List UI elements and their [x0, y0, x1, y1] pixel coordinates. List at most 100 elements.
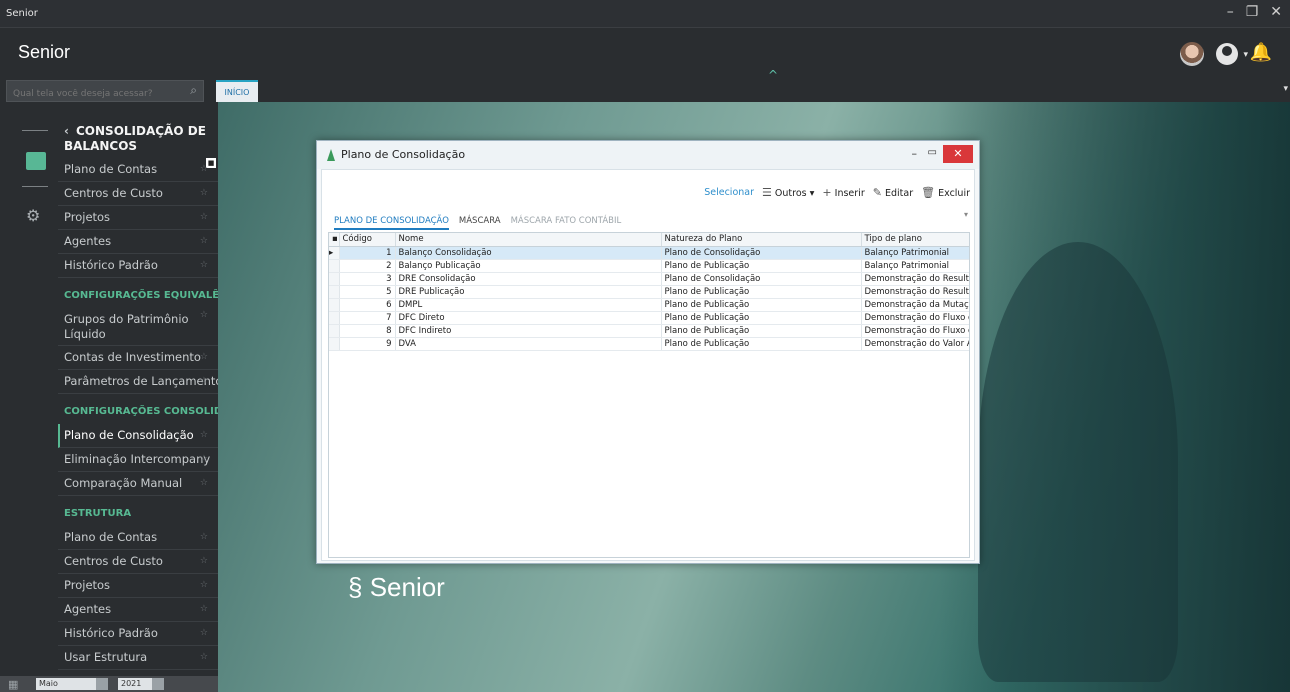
star-icon[interactable]: ☆	[200, 230, 208, 253]
cell-codigo[interactable]: 7	[339, 311, 396, 325]
star-icon[interactable]: ☆	[200, 254, 208, 277]
row-indicator[interactable]	[329, 324, 340, 338]
chevron-down-icon[interactable]: ▾	[1243, 50, 1248, 60]
sidebar-item-centros-de-custo[interactable]: Centros de Custo ☆	[58, 182, 218, 206]
sidebar-item-plano-de-contas[interactable]: Plano de Contas ☆	[58, 158, 218, 182]
tabs-dropdown-icon[interactable]: ▾	[1283, 84, 1288, 94]
table-row[interactable]: 7 DFC Direto Plano de Publicação Demonst…	[329, 311, 969, 325]
tab-mascara[interactable]: MÁSCARA	[459, 216, 501, 230]
sidebar-item-projetos[interactable]: Projetos ☆	[58, 206, 218, 230]
chevron-left-icon[interactable]: ‹	[64, 124, 76, 139]
star-icon[interactable]: ☆	[200, 308, 208, 323]
dialog-minimize-button[interactable]: –	[912, 147, 918, 160]
cell-tipo[interactable]: Demonstração do Fluxo d	[861, 324, 969, 338]
cell-tipo[interactable]: Demonstração do Resulta	[861, 285, 969, 299]
dialog-close-button[interactable]: ✕	[943, 145, 973, 163]
cell-natureza[interactable]: Plano de Consolidação	[661, 246, 862, 260]
search-icon[interactable]: ⌕	[190, 83, 197, 98]
chevron-down-icon[interactable]	[152, 678, 164, 690]
row-indicator[interactable]	[329, 298, 340, 312]
table-row[interactable]: 6 DMPL Plano de Publicação Demonstração …	[329, 298, 969, 312]
column-header-nome[interactable]: Nome	[395, 233, 662, 247]
bell-icon[interactable]: 🔔	[1250, 42, 1272, 63]
cell-nome[interactable]: DFC Indireto	[395, 324, 662, 338]
profile-icon[interactable]	[1216, 43, 1238, 65]
cell-codigo[interactable]: 1	[339, 246, 396, 260]
cell-natureza[interactable]: Plano de Publicação	[661, 298, 862, 312]
star-icon[interactable]: ☆	[200, 574, 208, 597]
sidebar-item-comparacao-manual[interactable]: Comparação Manual ☆	[58, 472, 218, 496]
column-header-natureza[interactable]: Natureza do Plano	[661, 233, 862, 247]
sidebar-item-grupos-patrimonio[interactable]: Grupos do Patrimônio Líquido ☆	[58, 308, 218, 346]
insert-button[interactable]: + Inserir	[822, 186, 864, 199]
sidebar-item-parametros-lancamentos[interactable]: Parâmetros de Lançamentos ☆	[58, 370, 218, 394]
row-indicator[interactable]	[329, 337, 340, 351]
star-icon[interactable]: ☆	[200, 526, 208, 549]
column-header-tipo[interactable]: Tipo de plano	[861, 233, 969, 247]
sidebar-item-estrutura-centros-custo[interactable]: Centros de Custo ☆	[58, 550, 218, 574]
cell-natureza[interactable]: Plano de Publicação	[661, 311, 862, 325]
tab-plano-consolidacao[interactable]: PLANO DE CONSOLIDAÇÃO	[334, 216, 449, 230]
row-indicator[interactable]: ▸	[329, 246, 340, 260]
cell-codigo[interactable]: 3	[339, 272, 396, 286]
tab-mascara-fato-contabil[interactable]: MÁSCARA FATO CONTÁBIL	[511, 216, 622, 230]
cell-nome[interactable]: DFC Direto	[395, 311, 662, 325]
close-button[interactable]: ✕	[1270, 4, 1282, 20]
maximize-button[interactable]: ❐	[1246, 4, 1259, 20]
star-icon[interactable]: ☆	[200, 182, 208, 205]
cell-codigo[interactable]: 2	[339, 259, 396, 273]
cell-tipo[interactable]: Demonstração do Resulta	[861, 272, 969, 286]
cell-nome[interactable]: Balanço Consolidação	[395, 246, 662, 260]
row-indicator[interactable]	[329, 285, 340, 299]
tabs-overflow-icon[interactable]: ▾	[964, 210, 968, 219]
cell-codigo[interactable]: 9	[339, 337, 396, 351]
cell-natureza[interactable]: Plano de Consolidação	[661, 272, 862, 286]
star-icon[interactable]: ☆	[200, 448, 208, 471]
row-indicator[interactable]	[329, 259, 340, 273]
delete-button[interactable]: 🗑 Excluir	[921, 186, 970, 199]
star-icon[interactable]: ☆	[200, 622, 208, 645]
sidebar-item-eliminacao-intercompany[interactable]: Eliminação Intercompany ☆	[58, 448, 218, 472]
month-select[interactable]: Maio	[36, 678, 108, 690]
star-icon[interactable]: ☆	[200, 550, 208, 573]
star-icon[interactable]: ☆	[200, 370, 208, 393]
table-row[interactable]: 5 DRE Publicação Plano de Publicação Dem…	[329, 285, 969, 299]
cell-codigo[interactable]: 5	[339, 285, 396, 299]
row-indicator-header[interactable]: ▪	[329, 233, 340, 247]
star-icon[interactable]: ☆	[200, 206, 208, 229]
star-icon[interactable]: ☆	[200, 598, 208, 621]
accounting-module-icon[interactable]	[26, 152, 46, 170]
sidebar-item-estrutura-agentes[interactable]: Agentes ☆	[58, 598, 218, 622]
minimize-button[interactable]: –	[1227, 4, 1234, 20]
sidebar-item-estrutura-projetos[interactable]: Projetos ☆	[58, 574, 218, 598]
row-indicator[interactable]	[329, 272, 340, 286]
sidebar-item-usar-estrutura[interactable]: Usar Estrutura ☆	[58, 646, 218, 670]
cell-natureza[interactable]: Plano de Publicação	[661, 337, 862, 351]
cell-tipo[interactable]: Balanço Patrimonial	[861, 259, 969, 273]
cell-nome[interactable]: DVA	[395, 337, 662, 351]
cell-tipo[interactable]: Demonstração da Mutaç	[861, 298, 969, 312]
edit-button[interactable]: ✎ Editar	[873, 186, 913, 199]
calendar-icon[interactable]: ▦	[8, 678, 18, 691]
cell-codigo[interactable]: 8	[339, 324, 396, 338]
table-row[interactable]: ▸ 1 Balanço Consolidação Plano de Consol…	[329, 246, 969, 260]
table-row[interactable]: 3 DRE Consolidação Plano de Consolidação…	[329, 272, 969, 286]
cell-natureza[interactable]: Plano de Publicação	[661, 324, 862, 338]
cell-codigo[interactable]: 6	[339, 298, 396, 312]
star-icon[interactable]: ☆	[200, 472, 208, 495]
screen-search[interactable]: ⌕	[6, 80, 204, 104]
sidebar-item-contas-investimento[interactable]: Contas de Investimento ☆	[58, 346, 218, 370]
table-row[interactable]: 9 DVA Plano de Publicação Demonstração d…	[329, 337, 969, 351]
chevron-down-icon[interactable]	[96, 678, 108, 690]
cell-tipo[interactable]: Balanço Patrimonial	[861, 246, 969, 260]
sidebar-item-estrutura-historico[interactable]: Histórico Padrão ☆	[58, 622, 218, 646]
gear-icon[interactable]: ⚙	[26, 206, 40, 225]
sidebar-item-plano-consolidacao[interactable]: Plano de Consolidação ☆	[58, 424, 218, 448]
module-title[interactable]: ‹ CONSOLIDAÇÃO DE BALANCOS	[64, 124, 218, 154]
star-icon[interactable]: ☆	[200, 158, 208, 181]
dialog-titlebar[interactable]: Plano de Consolidação – ▭ ✕	[317, 141, 979, 169]
cell-nome[interactable]: DRE Publicação	[395, 285, 662, 299]
search-input[interactable]	[7, 84, 177, 104]
cell-tipo[interactable]: Demonstração do Valor A	[861, 337, 969, 351]
others-menu-button[interactable]: ☰ Outros ▾	[762, 186, 814, 199]
